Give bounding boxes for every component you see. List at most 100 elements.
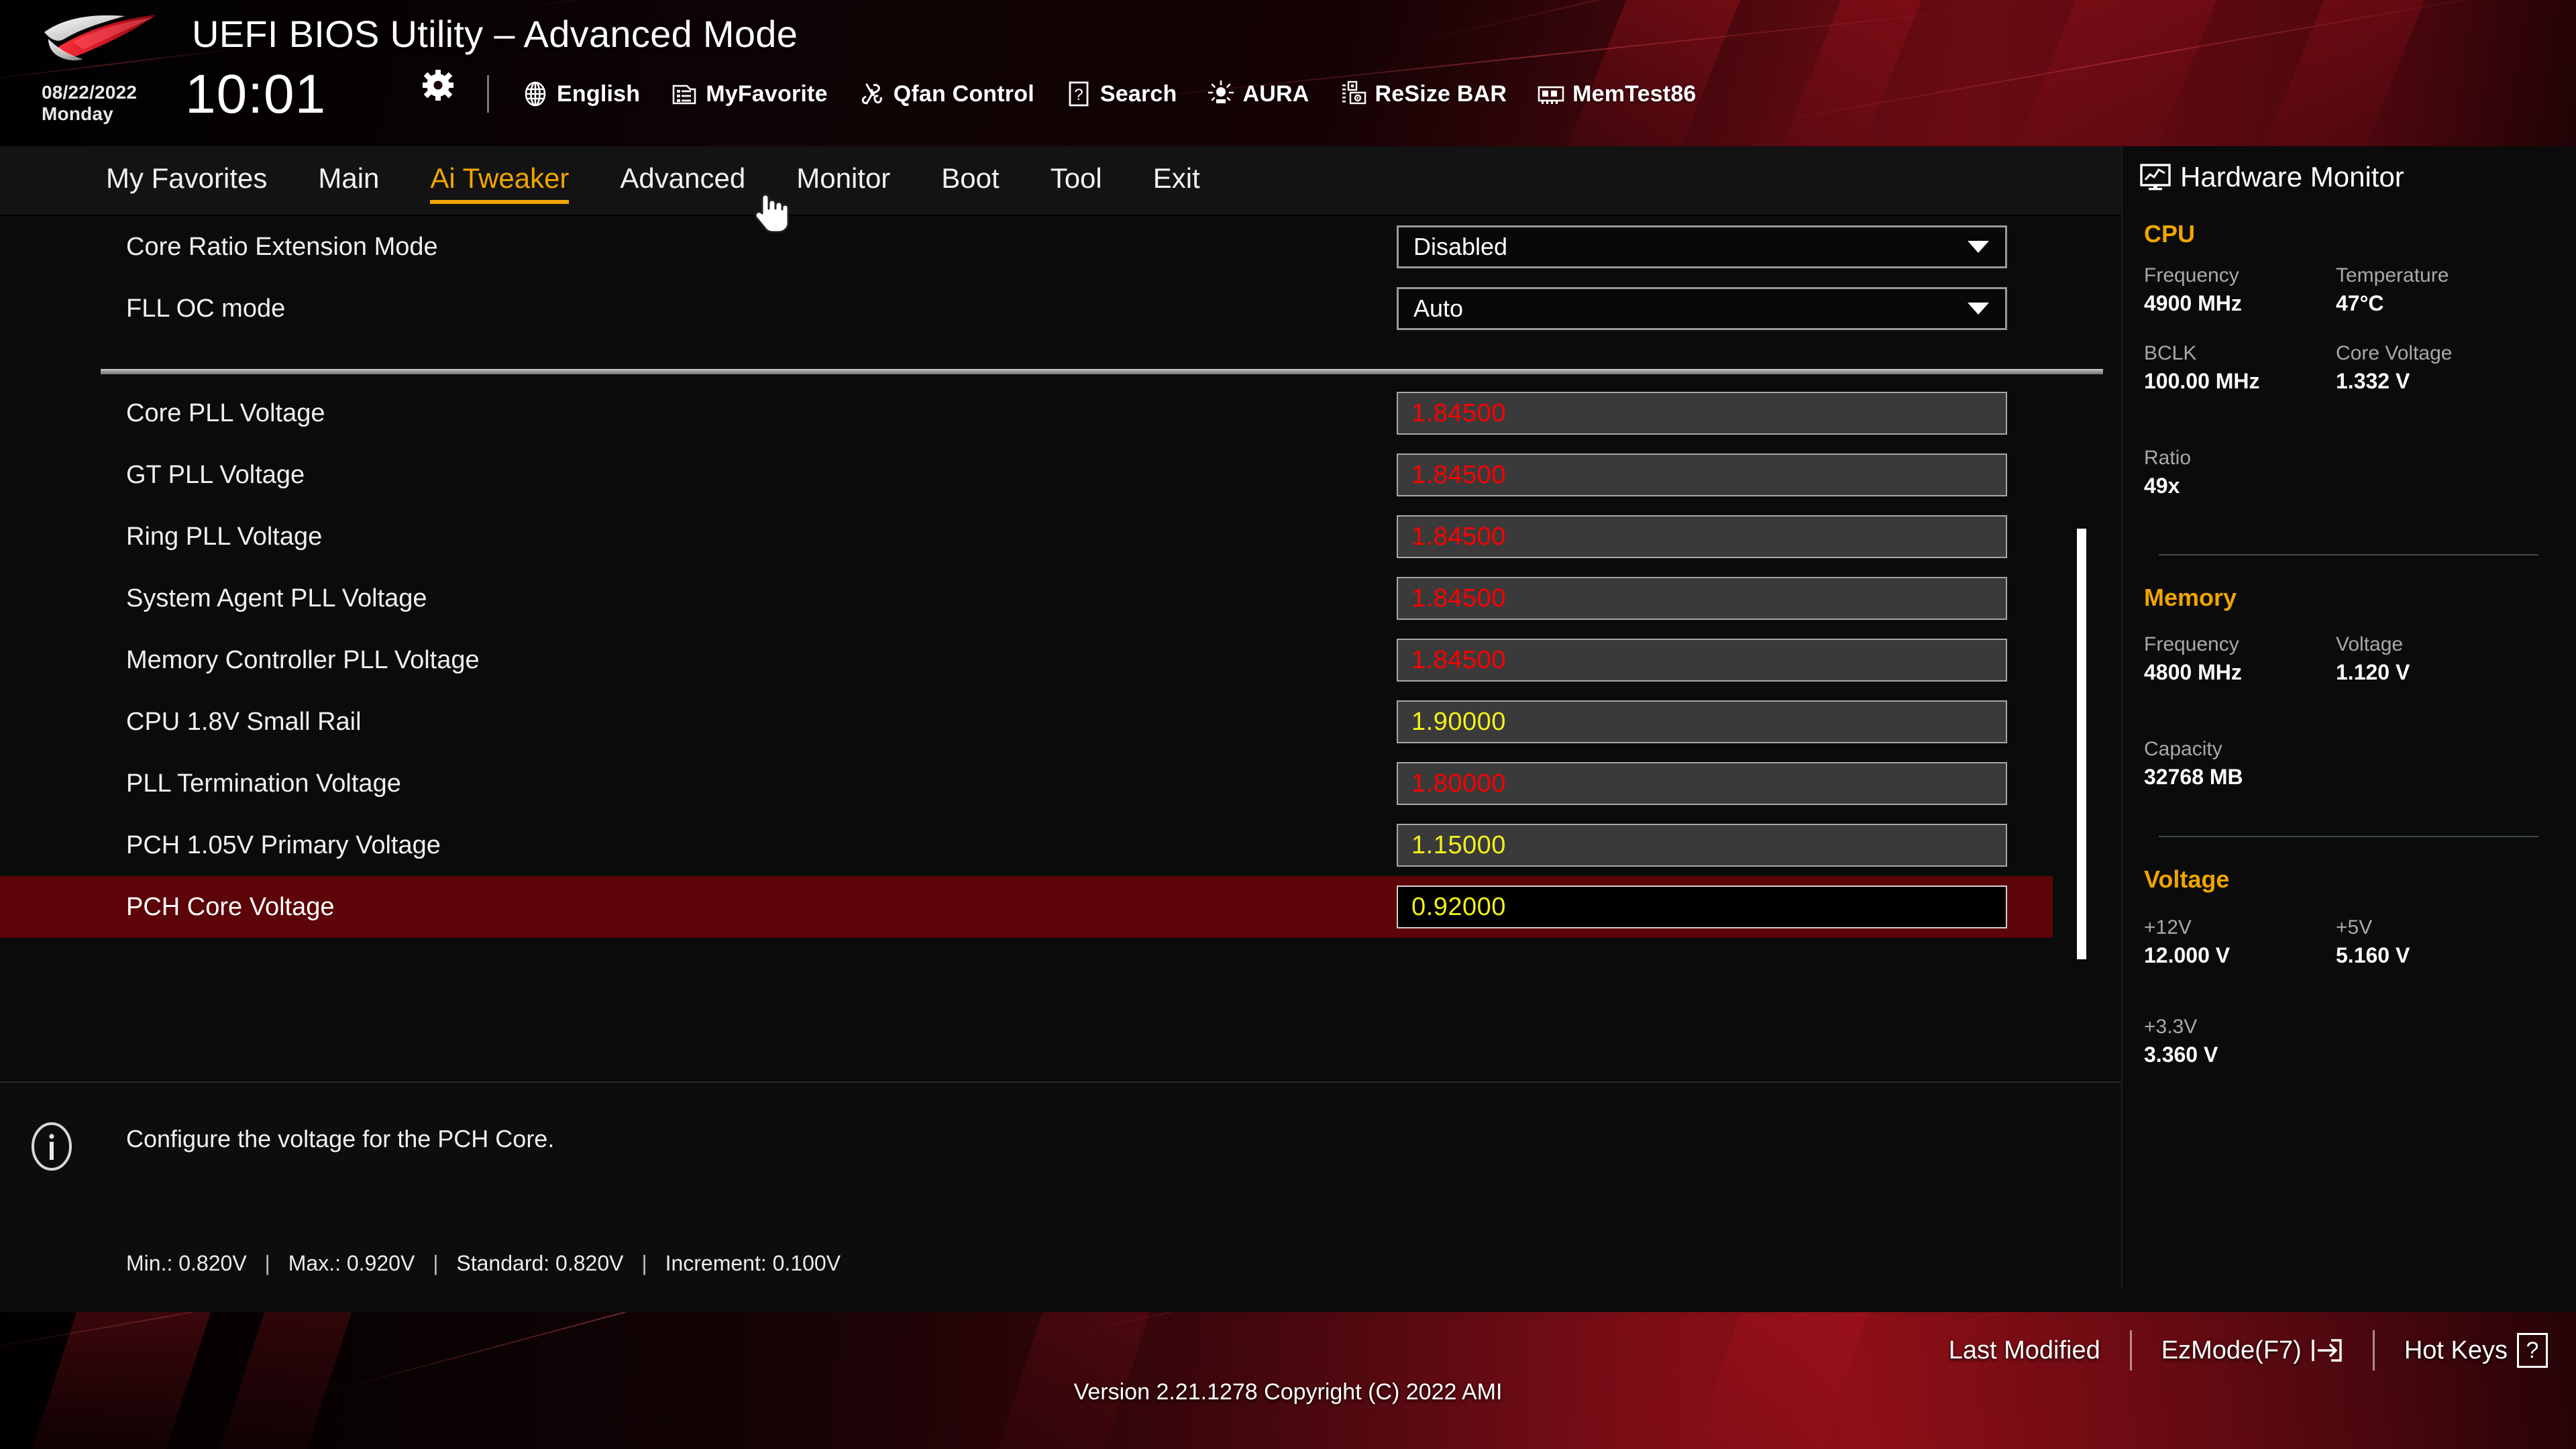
hm-divider	[2159, 554, 2538, 555]
setting-row-pll-termination-voltage[interactable]: PLL Termination Voltage 1.80000	[0, 753, 2053, 814]
range-min: Min.: 0.820V	[126, 1251, 247, 1275]
hm-value-3-3v: 3.360 V	[2144, 1042, 2218, 1067]
monitor-graph-icon	[2140, 164, 2171, 191]
header-divider	[487, 75, 489, 113]
input-pch-1-05v-primary-voltage[interactable]: 1.15000	[1397, 824, 2007, 867]
hm-key-bclk: BCLK	[2144, 342, 2197, 364]
setting-row-system-agent-pll-voltage[interactable]: System Agent PLL Voltage 1.84500	[0, 568, 2053, 629]
tab-monitor[interactable]: Monitor	[796, 162, 890, 199]
header-toolbar: English MyFavorite Qfan Control ? Search…	[522, 72, 1727, 115]
tab-my-favorites[interactable]: My Favorites	[106, 162, 267, 199]
system-clock: 10:01	[185, 64, 327, 125]
setting-row-gt-pll-voltage[interactable]: GT PLL Voltage 1.84500	[0, 444, 2053, 506]
input-pll-termination-voltage[interactable]: 1.80000	[1397, 762, 2007, 805]
toolbar-item-english[interactable]: English	[522, 80, 640, 107]
header-bar: UEFI BIOS Utility – Advanced Mode 08/22/…	[0, 0, 2576, 146]
input-ring-pll-voltage[interactable]: 1.84500	[1397, 515, 2007, 558]
help-panel: Configure the voltage for the PCH Core. …	[0, 1081, 2121, 1312]
dropdown-fll-oc-mode[interactable]: Auto	[1397, 287, 2007, 330]
settings-list: Core Ratio Extension Mode Disabled FLL O…	[0, 216, 2121, 1081]
input-gt-pll-voltage[interactable]: 1.84500	[1397, 453, 2007, 496]
dropdown-value: Disabled	[1413, 233, 1508, 260]
setting-label: Ring PLL Voltage	[126, 523, 323, 551]
hm-key-ratio: Ratio	[2144, 447, 2192, 469]
info-icon	[25, 1120, 78, 1173]
dropdown-core-ratio-extension-mode[interactable]: Disabled	[1397, 225, 2007, 268]
ezmode-button[interactable]: EzMode(F7)	[2161, 1336, 2343, 1365]
hm-section-cpu: CPU	[2144, 220, 2196, 248]
dropdown-value: Auto	[1413, 294, 1464, 322]
input-value: 1.84500	[1411, 584, 1506, 612]
rog-logo-icon	[42, 12, 169, 63]
toolbar-item-myfavorite[interactable]: MyFavorite	[671, 80, 828, 107]
svg-text:?: ?	[1074, 86, 1083, 104]
setting-row-core-pll-voltage[interactable]: Core PLL Voltage 1.84500	[0, 382, 2053, 444]
hm-key-12v: +12V	[2144, 916, 2192, 938]
settings-scrollbar-thumb[interactable]	[2077, 529, 2086, 959]
input-pch-core-voltage[interactable]: 0.92000	[1397, 885, 2007, 928]
setting-row-core-ratio-extension-mode[interactable]: Core Ratio Extension Mode Disabled	[0, 216, 2053, 278]
toolbar-item-qfan-control[interactable]: Qfan Control	[859, 80, 1034, 107]
gear-icon[interactable]	[423, 70, 453, 101]
section-divider	[101, 369, 2103, 374]
input-value: 1.84500	[1411, 523, 1506, 551]
last-modified-button[interactable]: Last Modified	[1949, 1336, 2100, 1365]
setting-label: PLL Termination Voltage	[126, 769, 401, 798]
weekday-value: Monday	[42, 103, 113, 124]
version-string: Version 2.21.1278 Copyright (C) 2022 AMI	[1073, 1379, 1503, 1405]
tab-tool[interactable]: Tool	[1051, 162, 1102, 199]
tab-advanced[interactable]: Advanced	[620, 162, 745, 199]
range-standard: Standard: 0.820V	[456, 1251, 624, 1275]
hm-value-12v: 12.000 V	[2144, 943, 2231, 967]
hm-key-5v: +5V	[2336, 916, 2373, 938]
memory-module-icon	[1538, 80, 1564, 107]
chevron-down-icon	[1968, 241, 1989, 253]
tab-boot[interactable]: Boot	[941, 162, 999, 199]
hm-key-cpu-frequency: Frequency	[2144, 264, 2239, 286]
hardware-monitor-label: Hardware Monitor	[2180, 161, 2404, 193]
toolbar-label: Search	[1099, 80, 1177, 107]
hm-section-memory: Memory	[2144, 584, 2237, 611]
input-value: 1.90000	[1411, 708, 1506, 736]
input-value: 1.84500	[1411, 399, 1506, 427]
setting-label: Core PLL Voltage	[126, 399, 325, 427]
hm-divider	[2159, 836, 2538, 837]
hot-keys-button[interactable]: Hot Keys ?	[2404, 1333, 2548, 1368]
hm-section-voltage: Voltage	[2144, 865, 2230, 893]
input-value: 1.15000	[1411, 831, 1506, 859]
input-value: 1.80000	[1411, 769, 1506, 798]
setting-row-cpu-1-8v-small-rail[interactable]: CPU 1.8V Small Rail 1.90000	[0, 691, 2053, 753]
input-memory-controller-pll-voltage[interactable]: 1.84500	[1397, 639, 2007, 682]
value-range-line: Min.: 0.820V | Max.: 0.920V | Standard: …	[126, 1250, 841, 1276]
hm-key-memory-capacity: Capacity	[2144, 738, 2222, 760]
setting-row-pch-1-05v-primary-voltage[interactable]: PCH 1.05V Primary Voltage 1.15000	[0, 814, 2053, 876]
date-value: 08/22/2022	[42, 82, 138, 103]
hm-value-cpu-frequency: 4900 MHz	[2144, 291, 2242, 315]
tab-ai-tweaker[interactable]: Ai Tweaker	[430, 162, 570, 204]
tab-exit[interactable]: Exit	[1153, 162, 1200, 199]
toolbar-item-search[interactable]: ? Search	[1065, 80, 1177, 107]
setting-label: FLL OC mode	[126, 294, 286, 323]
hm-key-core-voltage: Core Voltage	[2336, 342, 2453, 364]
main-nav-tabs: My Favorites Main Ai Tweaker Advanced Mo…	[0, 146, 2121, 216]
toolbar-label: ReSize BAR	[1375, 80, 1507, 107]
toolbar-item-aura[interactable]: AURA	[1208, 80, 1309, 107]
toolbar-item-resize-bar[interactable]: ReSize BAR	[1340, 80, 1507, 107]
setting-row-memory-controller-pll-voltage[interactable]: Memory Controller PLL Voltage 1.84500	[0, 629, 2053, 691]
tab-main[interactable]: Main	[318, 162, 379, 199]
input-core-pll-voltage[interactable]: 1.84500	[1397, 392, 2007, 435]
setting-row-ring-pll-voltage[interactable]: Ring PLL Voltage 1.84500	[0, 506, 2053, 568]
favorites-list-icon	[671, 80, 698, 107]
setting-row-pch-core-voltage[interactable]: PCH Core Voltage 0.92000	[0, 876, 2053, 938]
footer-actions: Last Modified EzMode(F7) Hot Keys ?	[1949, 1324, 2548, 1377]
hm-value-memory-voltage: 1.120 V	[2336, 660, 2410, 684]
hm-value-ratio: 49x	[2144, 474, 2180, 498]
input-system-agent-pll-voltage[interactable]: 1.84500	[1397, 577, 2007, 620]
toolbar-item-memtest86[interactable]: MemTest86	[1538, 80, 1696, 107]
footer-divider	[2129, 1330, 2132, 1371]
setting-label: PCH Core Voltage	[126, 893, 335, 921]
input-cpu-1-8v-small-rail[interactable]: 1.90000	[1397, 700, 2007, 743]
question-box-icon: ?	[1065, 80, 1092, 107]
setting-row-fll-oc-mode[interactable]: FLL OC mode Auto	[0, 278, 2053, 339]
range-increment: Increment: 0.100V	[665, 1251, 841, 1275]
